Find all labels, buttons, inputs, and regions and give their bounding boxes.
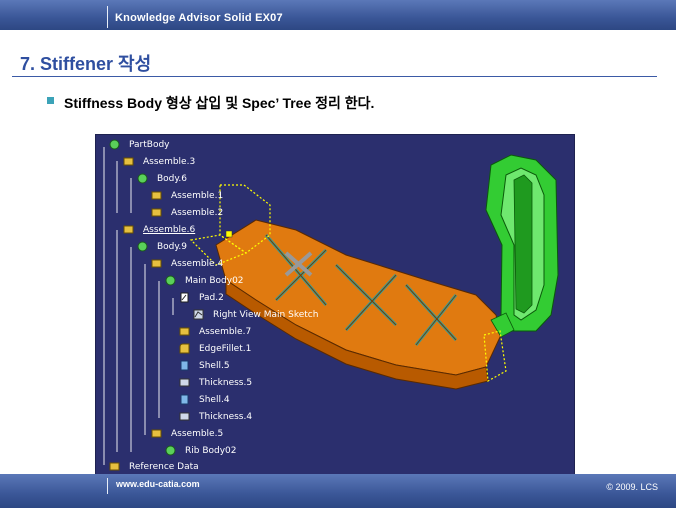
footer-url[interactable]: www.edu-catia.com — [116, 479, 200, 489]
title-divider — [12, 76, 657, 77]
tree-item-right-view-main-sketch[interactable]: Right View Main Sketch — [213, 310, 318, 320]
reference-icon — [109, 462, 120, 471]
header-banner: Knowledge Advisor Solid EX07 — [0, 0, 676, 30]
tree-item-rib-body02[interactable]: Rib Body02 — [185, 446, 237, 456]
assemble-icon — [151, 191, 162, 200]
footer-divider — [107, 478, 108, 494]
shell-icon — [180, 394, 189, 405]
footer-copyright: © 2009. LCS — [606, 482, 658, 492]
catia-viewport[interactable]: PartBody Assemble.3 Body.6 Assemble.1 As… — [95, 134, 575, 475]
assemble-icon — [151, 429, 162, 438]
tree-item-partbody[interactable]: PartBody — [129, 140, 170, 150]
tree-item-assemble-3[interactable]: Assemble.3 — [143, 157, 195, 167]
sketch-icon — [193, 309, 204, 320]
pad-icon — [180, 292, 189, 303]
tree-item-body-9[interactable]: Body.9 — [157, 242, 187, 252]
assemble-icon — [123, 157, 134, 166]
body-icon — [137, 241, 148, 252]
bullet-square-icon — [47, 97, 54, 104]
partbody-icon — [109, 139, 120, 150]
tree-item-reference-data[interactable]: Reference Data — [129, 462, 199, 472]
assemble-icon — [151, 259, 162, 268]
bullet-text: Stiffness Body 형상 삽입 및 Spec’ Tree 정리 한다. — [64, 95, 375, 111]
tree-item-assemble-2[interactable]: Assemble.2 — [171, 208, 223, 218]
tree-item-shell-5[interactable]: Shell.5 — [199, 361, 230, 371]
tree-item-assemble-5[interactable]: Assemble.5 — [171, 429, 223, 439]
shell-icon — [180, 360, 189, 371]
header-divider — [107, 6, 108, 28]
product-title: Knowledge Advisor Solid EX07 — [115, 12, 283, 24]
tree-item-assemble-1[interactable]: Assemble.1 — [171, 191, 223, 201]
body-icon — [137, 173, 148, 184]
tree-item-edgefillet-1[interactable]: EdgeFillet.1 — [199, 344, 251, 354]
slide-title: 7. Stiffener 작성 — [20, 54, 152, 74]
tree-item-thickness-5[interactable]: Thickness.5 — [199, 378, 252, 388]
thickness-icon — [179, 412, 190, 421]
tree-item-pad-2[interactable]: Pad.2 — [199, 293, 224, 303]
assemble-icon — [151, 208, 162, 217]
tree-item-assemble-7[interactable]: Assemble.7 — [199, 327, 251, 337]
tree-item-thickness-4[interactable]: Thickness.4 — [199, 412, 252, 422]
tree-item-shell-4[interactable]: Shell.4 — [199, 395, 230, 405]
tree-item-assemble-4[interactable]: Assemble.4 — [171, 259, 223, 269]
part-geometry — [103, 147, 559, 465]
body-icon — [165, 445, 176, 456]
tree-item-assemble-6[interactable]: Assemble.6 — [143, 225, 195, 235]
tree-item-main-body02[interactable]: Main Body02 — [185, 276, 244, 286]
footer-banner: www.edu-catia.com © 2009. LCS — [0, 474, 676, 508]
thickness-icon — [179, 378, 190, 387]
body-icon — [165, 275, 176, 286]
assemble-icon — [123, 225, 134, 234]
fillet-icon — [179, 343, 190, 354]
tree-item-body-6[interactable]: Body.6 — [157, 174, 187, 184]
assemble-icon — [179, 327, 190, 336]
